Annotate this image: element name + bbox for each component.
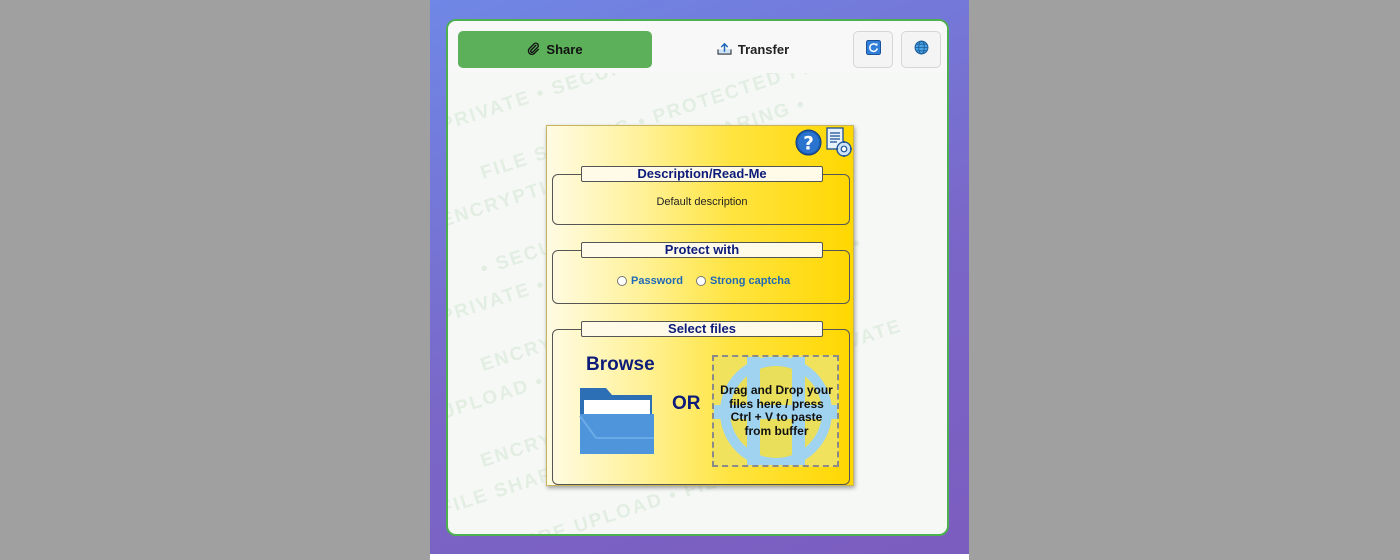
svg-text:?: ? <box>803 133 814 154</box>
help-icon[interactable]: ? <box>795 129 822 156</box>
captcha-radio[interactable] <box>696 276 706 286</box>
tab-transfer[interactable]: Transfer <box>658 31 848 68</box>
password-option[interactable]: Password <box>617 275 683 287</box>
share-panel: ? Description/Read-Me Default descriptio… <box>546 125 854 486</box>
globe-icon <box>914 40 929 60</box>
captcha-option[interactable]: Strong captcha <box>696 275 790 287</box>
document-settings-icon[interactable] <box>826 127 852 157</box>
password-label: Password <box>631 275 683 287</box>
paperclip-icon <box>527 42 540 58</box>
app-frame: PRIVATE • SECURE • ENCRYPTION FILE SHARIN… <box>430 0 969 560</box>
captcha-label: Strong captcha <box>710 275 791 287</box>
browse-label[interactable]: Browse <box>586 354 655 376</box>
select-files-fieldset: Select files Browse OR Drag and Drop you… <box>552 321 850 485</box>
password-radio[interactable] <box>617 276 627 286</box>
refresh-button[interactable] <box>853 31 893 68</box>
tab-bar: Share Transfer <box>448 21 947 73</box>
tab-share-label: Share <box>546 42 583 57</box>
tab-transfer-label: Transfer <box>737 42 790 57</box>
tab-share[interactable]: Share <box>458 31 652 68</box>
upload-tray-icon <box>717 42 732 58</box>
refresh-icon <box>865 39 881 60</box>
select-files-legend: Select files <box>581 321 823 337</box>
folder-icon[interactable] <box>578 386 656 456</box>
description-fieldset: Description/Read-Me Default description <box>552 166 851 225</box>
or-label: OR <box>672 393 701 414</box>
description-text[interactable]: Default description <box>553 196 851 208</box>
drop-zone[interactable]: Drag and Drop your files here / press Ct… <box>712 355 839 467</box>
drop-zone-text: Drag and Drop your files here / press Ct… <box>720 383 833 438</box>
footer-strip <box>430 554 969 560</box>
language-button[interactable] <box>901 31 941 68</box>
main-card: PRIVATE • SECURE • ENCRYPTION FILE SHARIN… <box>446 19 949 536</box>
protect-fieldset: Protect with Password Strong captcha <box>552 242 850 304</box>
protect-legend: Protect with <box>581 242 823 258</box>
description-legend: Description/Read-Me <box>581 166 823 182</box>
